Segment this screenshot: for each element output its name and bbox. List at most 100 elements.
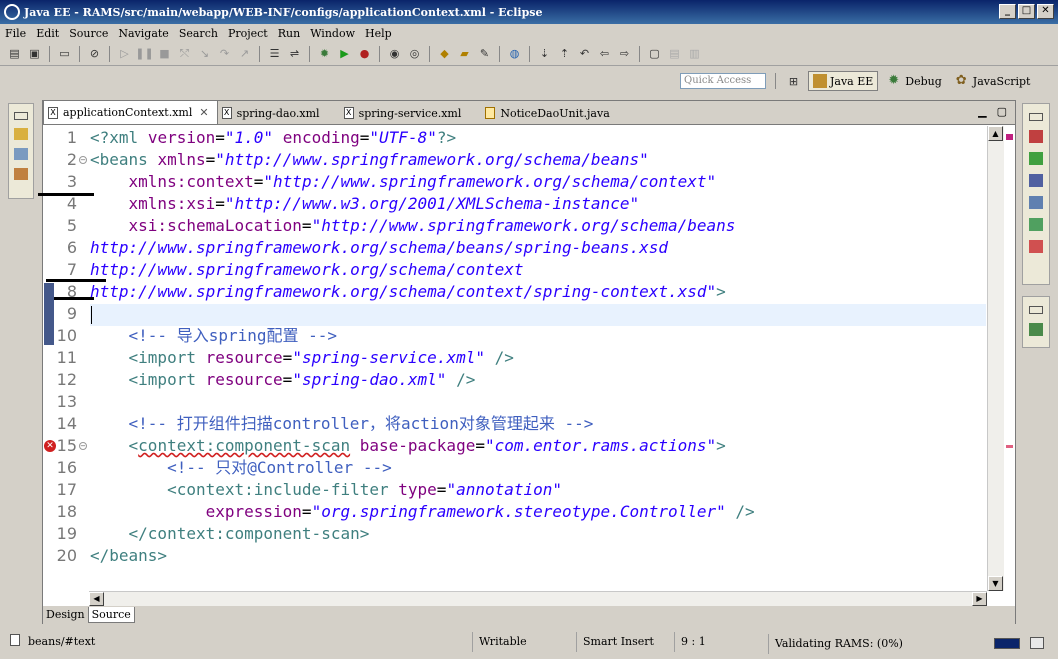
fold-toggle-icon[interactable]: −	[79, 156, 87, 164]
vertical-scrollbar[interactable]: ▲ ▼	[987, 126, 1004, 591]
tab-noticedaounit[interactable]: NoticeDaoUnit.java	[481, 102, 617, 124]
data-source-icon[interactable]	[1029, 196, 1043, 209]
minimize-button[interactable]: _	[999, 4, 1016, 19]
menu-edit[interactable]: Edit	[31, 27, 64, 40]
resume-icon[interactable]: ▷	[116, 46, 133, 62]
progress-view-icon[interactable]	[1030, 637, 1044, 649]
restore-button[interactable]: □	[1018, 4, 1035, 19]
code-line: http://www.springframework.org/schema/co…	[90, 260, 524, 279]
forward-icon[interactable]: ⇨	[616, 46, 633, 62]
code-area[interactable]: <?xml version="1.0" encoding="UTF-8"?> <b…	[90, 126, 986, 591]
perspective-javascript[interactable]: ✿ JavaScript	[952, 72, 1035, 90]
next-annotation-icon[interactable]: ⇣	[536, 46, 553, 62]
pen-icon[interactable]: ✎	[476, 46, 493, 62]
menu-help[interactable]: Help	[360, 27, 397, 40]
step-return-icon[interactable]: ↗	[236, 46, 253, 62]
globe-icon[interactable]: ◍	[506, 46, 523, 62]
error-marker-icon[interactable]: ✕	[44, 440, 56, 452]
debug-icon[interactable]: ✹	[316, 46, 333, 62]
menu-source[interactable]: Source	[64, 27, 113, 40]
scroll-left-icon[interactable]: ◀	[89, 592, 104, 606]
menu-window[interactable]: Window	[305, 27, 360, 40]
current-line-highlight	[90, 304, 986, 326]
window-titlebar: Java EE - RAMS/src/main/webapp/WEB-INF/c…	[0, 0, 1058, 24]
code-line: xmlns:xsi="http://www.w3.org/2001/XMLSch…	[128, 194, 640, 213]
debug-view-icon[interactable]	[1029, 323, 1043, 336]
error-overview-marker[interactable]	[1006, 134, 1013, 140]
outline-icon[interactable]	[14, 148, 28, 160]
scroll-down-icon[interactable]: ▼	[988, 576, 1003, 591]
servers-icon[interactable]: ☰	[266, 46, 283, 62]
perspective-javaee[interactable]: Java EE	[808, 71, 879, 91]
menu-project[interactable]: Project	[223, 27, 273, 40]
tab-spring-dao[interactable]: X spring-dao.xml	[218, 102, 328, 124]
terminal-icon[interactable]: ▭	[56, 46, 73, 62]
disabled-save-icon[interactable]: ▤	[666, 46, 683, 62]
annotation-underline	[54, 297, 94, 300]
open-folder-icon[interactable]: ▰	[456, 46, 473, 62]
hierarchy-icon[interactable]	[14, 168, 28, 180]
status-insert-mode: Smart Insert	[576, 632, 674, 652]
run-icon[interactable]: ▶	[336, 46, 353, 62]
restore-view-icon[interactable]	[14, 112, 28, 120]
line-number: 7	[66, 260, 77, 279]
skip-breakpoints-icon[interactable]: ⊘	[86, 46, 103, 62]
code-line: <!-- 只对@Controller -->	[167, 458, 392, 477]
snippets-icon[interactable]	[1029, 218, 1043, 231]
fold-toggle-icon[interactable]: −	[79, 442, 87, 450]
back-icon[interactable]: ⇦	[596, 46, 613, 62]
close-tab-icon[interactable]: ✕	[199, 106, 208, 119]
servers-view-icon[interactable]	[1029, 174, 1043, 187]
new-icon[interactable]: ▤	[6, 46, 23, 62]
perspective-debug[interactable]: ✹ Debug	[884, 72, 946, 90]
properties-icon[interactable]	[1029, 152, 1043, 165]
code-line: expression="org.springframework.stereoty…	[205, 502, 755, 521]
open-perspective-icon[interactable]: ⊞	[785, 73, 802, 89]
xml-file-icon: X	[343, 107, 354, 119]
line-number: 18	[56, 502, 77, 521]
tab-spring-service[interactable]: X spring-service.xml	[340, 102, 470, 124]
restore-view-icon[interactable]	[1029, 306, 1043, 314]
open-perspective-small-icon[interactable]: ▢	[646, 46, 663, 62]
close-button[interactable]: ✕	[1037, 4, 1054, 19]
progress-bar	[994, 638, 1020, 649]
markers-icon[interactable]	[1029, 130, 1043, 143]
step-over-icon[interactable]: ↷	[216, 46, 233, 62]
scroll-up-icon[interactable]: ▲	[988, 126, 1003, 141]
quick-access-input[interactable]: Quick Access	[680, 73, 766, 89]
scroll-right-icon[interactable]: ▶	[972, 592, 987, 606]
status-task: Validating RAMS: (0%)	[768, 634, 988, 654]
status-bar: beans/#text Writable Smart Insert 9 : 1 …	[0, 628, 1058, 659]
open-type-icon[interactable]: ◆	[436, 46, 453, 62]
maximize-editor-icon[interactable]: ▢	[997, 105, 1007, 118]
disconnect-icon[interactable]: ⤲	[176, 46, 193, 62]
terminate-icon[interactable]: ■	[156, 46, 173, 62]
menu-search[interactable]: Search	[174, 27, 223, 40]
tab-design[interactable]: Design	[43, 607, 88, 623]
menu-navigate[interactable]: Navigate	[113, 27, 173, 40]
line-number: 11	[56, 348, 77, 367]
editor-area: X applicationContext.xml ✕ X spring-dao.…	[42, 100, 1016, 624]
disabled-copy-icon[interactable]: ▥	[686, 46, 703, 62]
prev-annotation-icon[interactable]: ⇡	[556, 46, 573, 62]
problems-icon[interactable]	[1029, 240, 1043, 253]
project-explorer-icon[interactable]	[14, 128, 28, 140]
new-web-service-icon[interactable]: ◎	[406, 46, 423, 62]
last-edit-icon[interactable]: ↶	[576, 46, 593, 62]
suspend-icon[interactable]: ❚❚	[135, 46, 153, 62]
deploy-icon[interactable]: ⇌	[286, 46, 303, 62]
horizontal-scrollbar[interactable]: ◀ ▶	[89, 591, 987, 606]
save-icon[interactable]: ▣	[26, 46, 43, 62]
restore-view-icon[interactable]	[1029, 113, 1043, 121]
new-server-icon[interactable]: ◉	[386, 46, 403, 62]
line-number: 13	[56, 392, 77, 411]
tab-source[interactable]: Source	[87, 607, 135, 623]
run-external-icon[interactable]: ●	[356, 46, 373, 62]
tab-applicationcontext[interactable]: X applicationContext.xml ✕	[43, 100, 218, 124]
minimize-editor-icon[interactable]: ▁	[978, 105, 986, 118]
code-line: </beans>	[90, 546, 168, 565]
menu-file[interactable]: File	[0, 27, 31, 40]
menu-run[interactable]: Run	[273, 27, 305, 40]
error-overview-marker[interactable]	[1006, 445, 1013, 448]
step-into-icon[interactable]: ↘	[196, 46, 213, 62]
